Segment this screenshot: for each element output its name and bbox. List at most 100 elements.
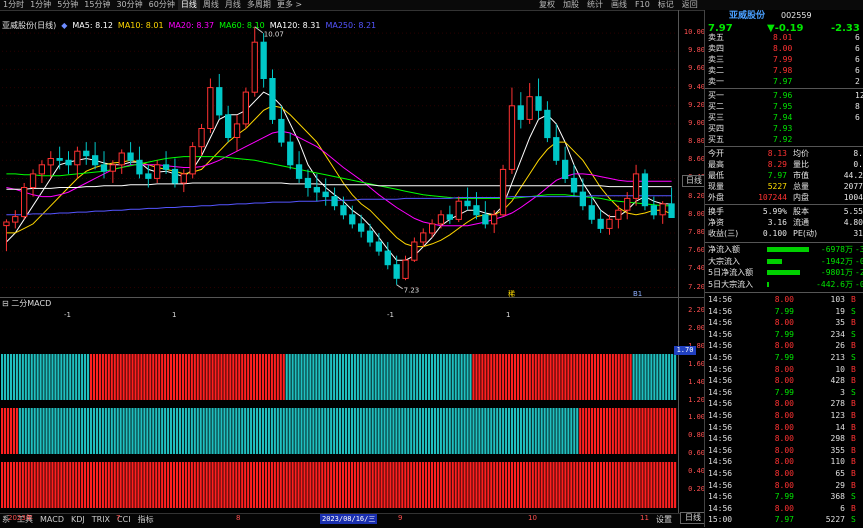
candle[interactable] xyxy=(278,118,285,143)
tick-row[interactable]: 14:56 8.00 6 B xyxy=(705,503,863,514)
tick-row[interactable]: 15:00 7.97 5227 S xyxy=(705,514,863,525)
candle[interactable] xyxy=(145,173,152,179)
side-tab-daily-bottom[interactable]: 日线 xyxy=(680,512,706,524)
tick-row[interactable]: 14:56 7.99 368 S xyxy=(705,491,863,502)
candle[interactable] xyxy=(225,114,232,139)
candle[interactable] xyxy=(233,123,241,139)
timeframe-tab[interactable]: 周线 xyxy=(200,0,222,10)
candle[interactable] xyxy=(606,218,613,229)
candle[interactable] xyxy=(154,164,161,179)
toolbar-button[interactable]: 画线 xyxy=(607,0,631,10)
candle[interactable] xyxy=(287,141,294,166)
ask-level-row[interactable]: 卖四 8.00 6 xyxy=(705,43,863,54)
candle[interactable] xyxy=(21,187,28,218)
bid-level-row[interactable]: 买一 7.96 12 xyxy=(705,90,863,101)
candle[interactable] xyxy=(526,96,533,120)
candle[interactable] xyxy=(109,164,116,172)
candle[interactable] xyxy=(650,205,658,216)
candle[interactable] xyxy=(615,209,622,220)
candle[interactable] xyxy=(366,230,374,243)
candle[interactable] xyxy=(491,214,498,225)
toolbar-button[interactable]: 加股 xyxy=(559,0,583,10)
candle[interactable] xyxy=(349,214,356,225)
settings-button[interactable]: 设置 xyxy=(656,514,672,526)
candle[interactable] xyxy=(632,173,640,199)
main-chart-panel[interactable]: 亚威股份(日线) ◆ MA5: 8.12 MA10: 8.01 MA20: 8.37 MA… xyxy=(0,10,706,297)
candle[interactable] xyxy=(118,152,125,166)
candle[interactable] xyxy=(588,205,595,220)
candle[interactable] xyxy=(437,214,445,225)
candle[interactable] xyxy=(242,91,249,125)
band-chart[interactable]: -1 1 -1 1 xyxy=(0,298,704,513)
tick-row[interactable]: 14:56 8.00 103 B xyxy=(705,294,863,305)
candle[interactable] xyxy=(251,41,258,93)
candle[interactable] xyxy=(402,259,409,279)
candle[interactable] xyxy=(446,214,454,220)
tick-row[interactable]: 14:56 7.99 234 S xyxy=(705,329,863,340)
ask-level-row[interactable]: 卖三 7.99 6 xyxy=(705,54,863,65)
tick-row[interactable]: 14:56 8.00 110 B xyxy=(705,456,863,467)
tick-row[interactable]: 14:56 8.00 29 B xyxy=(705,480,863,491)
sub-chart-panel[interactable]: ⊟ 二分MACD -1 1 -1 1 2.20 2.00 1.80 1.60 1.40 1.20… xyxy=(0,298,705,513)
candle[interactable] xyxy=(429,223,436,234)
candle[interactable] xyxy=(668,203,675,218)
candle[interactable] xyxy=(100,164,108,172)
candle[interactable] xyxy=(473,205,480,216)
candle[interactable] xyxy=(12,216,19,223)
bid-level-row[interactable]: 买五 7.92 xyxy=(705,134,863,145)
candle[interactable] xyxy=(38,164,46,175)
candle[interactable] xyxy=(579,191,587,207)
candle[interactable] xyxy=(535,96,542,111)
candle[interactable] xyxy=(3,221,10,227)
bid-level-row[interactable]: 买三 7.94 6 xyxy=(705,112,863,123)
timeframe-tab[interactable]: 60分钟 xyxy=(146,0,178,10)
tick-list[interactable]: 14:56 8.00 103 B 14:56 7.99 19 S 14:56 8.00 35 B 14:… xyxy=(705,294,863,527)
candle[interactable] xyxy=(295,164,303,179)
timeframe-tab[interactable]: 多周期 xyxy=(244,0,274,10)
candle[interactable] xyxy=(624,197,631,211)
candle[interactable] xyxy=(358,223,365,232)
candle[interactable] xyxy=(553,137,560,161)
candle[interactable] xyxy=(570,177,578,193)
candle[interactable] xyxy=(322,191,329,198)
timeframe-tab[interactable]: 1分钟 xyxy=(27,0,54,10)
candle[interactable] xyxy=(411,241,418,261)
candle[interactable] xyxy=(198,128,205,148)
tick-row[interactable]: 14:56 7.99 213 S xyxy=(705,352,863,363)
candle[interactable] xyxy=(127,152,134,161)
candle[interactable] xyxy=(340,205,347,216)
tick-row[interactable]: 14:56 8.00 428 B xyxy=(705,375,863,386)
candle[interactable] xyxy=(597,218,604,229)
tick-row[interactable]: 14:56 8.00 35 B xyxy=(705,317,863,328)
toolbar-button[interactable]: 统计 xyxy=(583,0,607,10)
candle[interactable] xyxy=(216,87,223,116)
toolbar-button[interactable]: F10 xyxy=(631,0,654,10)
timeframe-tab[interactable]: 更多 > xyxy=(274,0,305,10)
timeframe-tab[interactable]: 30分钟 xyxy=(113,0,145,10)
bid-level-row[interactable]: 买四 7.93 xyxy=(705,123,863,134)
candle[interactable] xyxy=(47,158,54,166)
candle[interactable] xyxy=(375,241,383,252)
toolbar-button[interactable]: 标记 xyxy=(654,0,678,10)
toolbar-button[interactable]: 复权 xyxy=(535,0,559,10)
ask-level-row[interactable]: 卖一 7.97 2 xyxy=(705,76,863,87)
ask-level-row[interactable]: 卖二 7.98 6 xyxy=(705,65,863,76)
tick-row[interactable]: 14:56 8.00 10 B xyxy=(705,364,863,375)
timeframe-tab[interactable]: 15分钟 xyxy=(81,0,113,10)
candle[interactable] xyxy=(641,173,649,207)
tick-row[interactable]: 14:56 7.99 19 S xyxy=(705,306,863,317)
candle[interactable] xyxy=(499,168,507,216)
candle[interactable] xyxy=(544,109,551,139)
timeframe-tab[interactable]: 1分时 xyxy=(0,0,27,10)
candle[interactable] xyxy=(304,177,312,188)
candle[interactable] xyxy=(455,200,462,220)
candle[interactable] xyxy=(331,196,338,207)
tick-row[interactable]: 14:56 8.00 123 B xyxy=(705,410,863,421)
candle[interactable] xyxy=(189,146,196,175)
candle[interactable] xyxy=(517,105,524,120)
candle[interactable] xyxy=(269,78,276,120)
timeframe-tab[interactable]: 日线 xyxy=(177,0,200,10)
candle[interactable] xyxy=(74,150,81,166)
tick-row[interactable]: 14:56 7.99 3 S xyxy=(705,387,863,398)
ask-level-row[interactable]: 卖五 8.01 6 xyxy=(705,32,863,43)
